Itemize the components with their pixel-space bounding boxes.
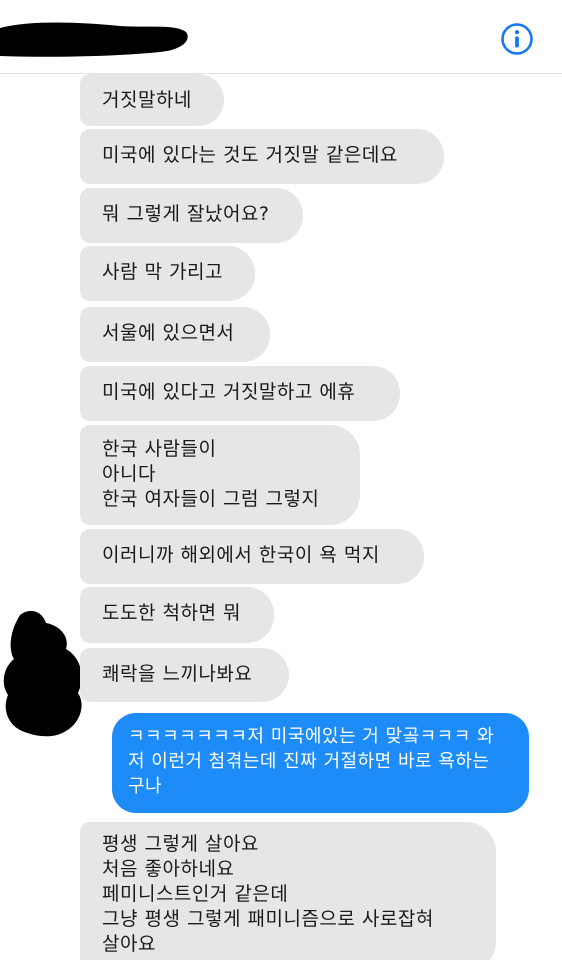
chat-header — [0, 0, 562, 74]
avatar-redaction — [3, 610, 82, 737]
incoming-message: 평생 그렇게 살아요 처음 좋아하네요 페미니스트인거 같은데 그냥 평생 그렇… — [80, 822, 496, 960]
contact-name-redaction — [0, 22, 188, 57]
incoming-message: 뭐 그렇게 잘났어요? — [80, 188, 303, 243]
incoming-message: 도도한 척하면 뭐 — [80, 587, 274, 643]
incoming-message: 서울에 있으면서 — [80, 307, 270, 362]
incoming-message: 미국에 있다고 거짓말하고 에휴 — [80, 366, 400, 421]
incoming-message: 사람 막 가리고 — [80, 246, 255, 301]
incoming-message: 이러니까 해외에서 한국이 욕 먹지 — [80, 529, 424, 584]
incoming-message: 거짓말하네 — [80, 74, 224, 126]
incoming-message: 한국 사람들이 아니다 한국 여자들이 그럼 그렇지 — [80, 425, 360, 525]
incoming-message: 쾌락을 느끼나봐요 — [80, 648, 289, 702]
chat-screen: 거짓말하네 미국에 있다는 것도 거짓말 같은데요 뭐 그렇게 잘났어요? 사람… — [0, 0, 562, 960]
incoming-message: 미국에 있다는 것도 거짓말 같은데요 — [80, 129, 444, 184]
info-circle-icon[interactable] — [500, 22, 534, 56]
outgoing-message: ㅋㅋㅋㅋㅋㅋㅋ저 미국에있는 거 맞곸ㅋㅋㅋ 와 저 이런거 첨겪는데 진짜 거… — [112, 713, 529, 813]
